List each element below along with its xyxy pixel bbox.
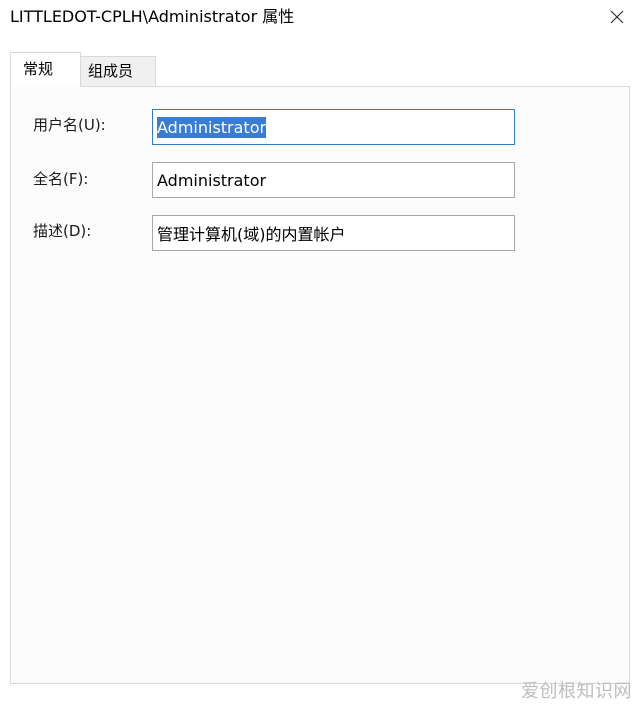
fullname-input[interactable]: Administrator bbox=[152, 162, 515, 198]
username-label: 用户名(U): bbox=[33, 116, 106, 134]
username-value: Administrator bbox=[157, 116, 267, 138]
title-bar[interactable]: LITTLEDOT-CPLH\Administrator 属性 bbox=[0, 0, 640, 38]
general-tab-panel: 用户名(U): Administrator 全名(F): Administrat… bbox=[10, 86, 630, 684]
watermark-text: 爱创根知识网 bbox=[521, 681, 632, 702]
tab-general[interactable]: 常规 bbox=[10, 52, 81, 87]
description-value: 管理计算机(域)的内置帐户 bbox=[157, 225, 346, 244]
tab-member-of-label: 组成员 bbox=[88, 62, 134, 80]
close-button[interactable] bbox=[594, 0, 640, 34]
properties-dialog: LITTLEDOT-CPLH\Administrator 属性 常规 组成员 用… bbox=[0, 0, 640, 711]
tab-general-label: 常规 bbox=[23, 60, 54, 78]
window-title: LITTLEDOT-CPLH\Administrator 属性 bbox=[10, 7, 295, 26]
description-label: 描述(D): bbox=[33, 222, 92, 240]
fullname-label: 全名(F): bbox=[33, 170, 89, 188]
tab-strip: 常规 组成员 bbox=[0, 38, 640, 87]
tab-member-of[interactable]: 组成员 bbox=[80, 56, 156, 86]
close-icon bbox=[610, 10, 624, 24]
fullname-value: Administrator bbox=[157, 170, 267, 190]
username-input[interactable]: Administrator bbox=[152, 109, 515, 145]
description-input[interactable]: 管理计算机(域)的内置帐户 bbox=[152, 215, 515, 251]
